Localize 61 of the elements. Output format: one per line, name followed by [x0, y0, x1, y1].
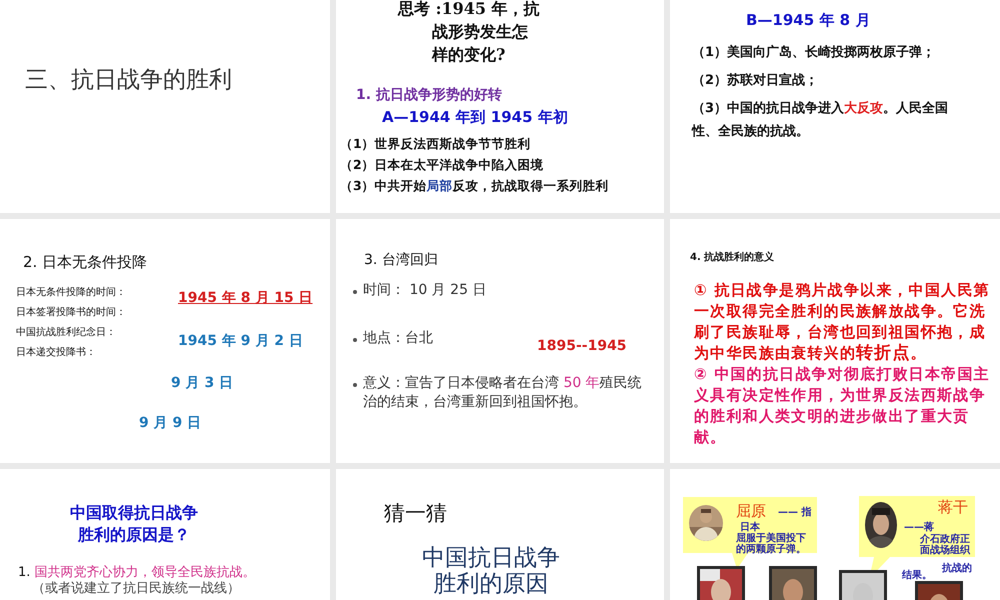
slide-heading: 4. 抗战胜利的意义 [690, 250, 774, 264]
slide-title: 中国取得抗日战争 [70, 502, 198, 524]
slide-thumbnail[interactable]: B—1945 年 8 月 （1）美国向广岛、长崎投掷两枚原子弹； （2）苏联对日宣战； （3）中国的抗日战争进入大反攻。人民全国性、全民族的抗战。 [670, 0, 1000, 213]
date-label: 日本无条件投降的时间： [16, 287, 126, 299]
slide-thumbnail[interactable]: 3. 台湾回归 时间： 10 月 25 日 地点：台北 意义：宣告了日本侵略者在台湾 50 年殖民统治的结束，台湾重新回到祖国怀抱。 1895--1945 [336, 219, 664, 463]
slide-thumbnail[interactable]: 三、抗日战争的胜利 [0, 0, 330, 213]
date-label: 日本递交投降书： [16, 347, 97, 359]
bullet-text: 意义：宣告了日本侵略者在台湾 50 年殖民统治的结束，台湾重新回到祖国怀抱。 [363, 374, 643, 412]
callout-text: 面战场组织 [920, 545, 970, 556]
callout-text: 介石政府正 [920, 534, 970, 545]
slide-title: 胜利的原因是？ [76, 524, 191, 546]
callout-text: 的两颗原子弹。 [736, 544, 806, 555]
slide-thumbnail[interactable]: 中国取得抗日战争 胜利的原因是？ 1. 国共两党齐心协力，领导全民族抗战。 （或者说建立了抗日民族统一战线） [0, 469, 330, 600]
slide-thumbnail[interactable]: 2. 日本无条件投降 日本无条件投降的时间： 日本签署投降书的时间： 中国抗战胜利纪念日： 日本递交投降书： 1945 年 8 月 15 日 1945 年 9 月 2 日 9 月 3 日 9 月 9 日 [0, 219, 330, 463]
list-item: （1）世界反法西斯战争节节胜利 [340, 135, 532, 153]
bullet-icon [353, 290, 357, 294]
callout-text: 屈服于美国投下 [736, 533, 806, 544]
callout-text: 结果。 [902, 568, 932, 582]
slide-heading: 3. 台湾回归 [364, 251, 438, 269]
item-number: 1. [18, 565, 30, 581]
aside-text: （或者说建立了抗日民族统一战线） [32, 581, 241, 597]
answer-text: 国共两党齐心协力，领导全民族抗战。 [34, 565, 256, 581]
date-text: 9 月 3 日 [171, 374, 234, 392]
list-item: （3）中国的抗日战争进入大反攻。人民全国性、全民族的抗战。 [692, 100, 950, 141]
question-text: 样的变化? [432, 45, 506, 66]
list-item: （2）日本在太平洋战争中陷入困境 [340, 156, 545, 174]
question-text: 战形势发生怎 [432, 22, 528, 43]
slide-subtitle: 胜利的原因 [432, 571, 550, 597]
callout-text: 抗战的 [942, 562, 972, 575]
callout-text: —— 指 [778, 507, 812, 518]
slide-subheading: A—1944 年到 1945 年初 [382, 108, 568, 127]
slide-subheading: B—1945 年 8 月 [746, 11, 870, 30]
callout-text: ——蒋 [904, 522, 934, 533]
list-item: （3）中共开始局部反攻，抗战取得一系列胜利 [340, 177, 610, 195]
callout-text: 日本 [740, 522, 760, 533]
list-item: （1）美国向广岛、长崎投掷两枚原子弹； [692, 44, 936, 62]
slide-thumbnail[interactable]: 屈原 —— 指 日本 屈服于美国投下 的两颗原子弹。 蒋干 ——蒋 介石政府正 面战场组织 抗战的 结果。 [670, 469, 1000, 600]
character-name: 蒋干 [938, 498, 968, 517]
date-text: 1945 年 9 月 2 日 [178, 332, 303, 350]
list-item: （2）苏联对日宣战； [692, 72, 820, 90]
paragraph: ② 中国的抗日战争对彻底打败日本帝国主义具有决定性作用，为世界反法西斯战争的胜利和人类文明的进步做出了重大贡献。 [694, 364, 990, 448]
slide-heading: 2. 日本无条件投降 [23, 253, 148, 272]
question-text: 思考 :1945 年，抗 [398, 0, 540, 20]
slide-heading: 1. 抗日战争形势的好转 [356, 86, 502, 104]
slide-title: 猜一猜 [384, 500, 447, 527]
slide-title: 三、抗日战争的胜利 [25, 66, 232, 95]
bullet-text: 地点：台北 [363, 329, 433, 348]
bullet-icon [353, 338, 357, 342]
slide-thumbnail[interactable]: 思考 :1945 年，抗 战形势发生怎 样的变化? 1. 抗日战争形势的好转 A—1944 年到 1945 年初 （1）世界反法西斯战争节节胜利 （2）日本在太平洋战争中陷入困境 （3）中共开始局部反攻，抗战取得一系列胜利 [336, 0, 664, 213]
date-label: 中国抗战胜利纪念日： [16, 327, 117, 339]
year-range: 1895--1945 [537, 338, 627, 354]
character-name: 屈原 [736, 502, 766, 521]
date-text: 1945 年 8 月 15 日 [178, 289, 313, 307]
slide-subtitle: 中国抗日战争 [421, 545, 561, 571]
bullet-icon [353, 383, 357, 387]
paragraph: ① 抗日战争是鸦片战争以来，中国人民第一次取得完全胜利的民族解放战争。它洗刷了民族耻辱，台湾也回到祖国怀抱，成为中华民族由衰转兴的转折点。 [694, 280, 990, 364]
slide-thumbnail[interactable]: 猜一猜 中国抗日战争 胜利的原因 [336, 469, 664, 600]
date-text: 9 月 9 日 [139, 414, 202, 432]
bullet-text: 时间： 10 月 25 日 [363, 281, 486, 300]
slide-thumbnail[interactable]: 4. 抗战胜利的意义 ① 抗日战争是鸦片战争以来，中国人民第一次取得完全胜利的民族解放战争。它洗刷了民族耻辱，台湾也回到祖国怀抱，成为中华民族由衰转兴的转折点。 ② 中国的抗日战争对彻底打败日本帝国主义具有决定性作用，为世界反法西斯战争的胜利和人类文明的进步做出了重大贡献。 [670, 219, 1000, 463]
date-label: 日本签署投降书的时间： [16, 307, 126, 319]
